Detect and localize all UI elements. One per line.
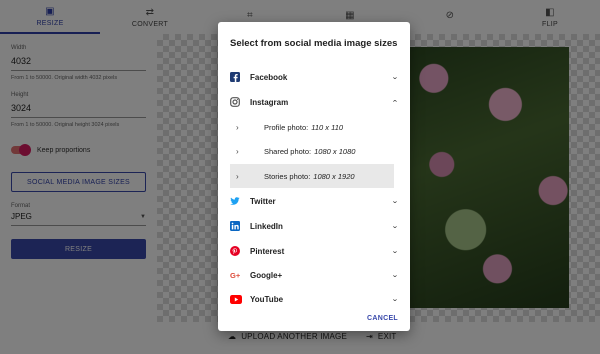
platform-label: Twitter bbox=[250, 196, 276, 206]
google-plus-icon: G+ bbox=[230, 270, 242, 280]
chevron-right-icon: › bbox=[236, 146, 239, 156]
chevron-down-icon: ⌄ bbox=[391, 296, 399, 303]
size-name: Shared photo: bbox=[264, 146, 312, 156]
dialog-title: Select from social media image sizes bbox=[230, 38, 398, 49]
youtube-icon bbox=[230, 294, 242, 304]
size-dimensions: 1080 x 1920 bbox=[313, 171, 355, 181]
chevron-right-icon: › bbox=[236, 122, 239, 132]
platform-label: LinkedIn bbox=[250, 221, 283, 231]
chevron-down-icon: ⌄ bbox=[391, 223, 399, 230]
platform-label: Google+ bbox=[250, 270, 283, 280]
platform-youtube[interactable]: YouTube ⌄ bbox=[230, 287, 400, 311]
size-dimensions: 1080 x 1080 bbox=[314, 146, 356, 156]
platform-label: Pinterest bbox=[250, 246, 285, 256]
chevron-right-icon: › bbox=[236, 171, 239, 181]
size-dimensions: 110 x 110 bbox=[311, 122, 344, 132]
platform-label: Facebook bbox=[250, 72, 288, 82]
chevron-down-icon: ⌄ bbox=[391, 248, 399, 255]
social-sizes-dialog: Select from social media image sizes Fac… bbox=[218, 22, 410, 331]
twitter-icon bbox=[230, 196, 240, 206]
size-name: Profile photo: bbox=[264, 122, 309, 132]
platform-instagram[interactable]: Instagram ⌄ bbox=[230, 90, 400, 114]
platform-label: YouTube bbox=[250, 294, 284, 304]
platform-linkedin[interactable]: LinkedIn ⌄ bbox=[230, 214, 400, 238]
size-name: Stories photo: bbox=[264, 171, 311, 181]
cancel-button[interactable]: CANCEL bbox=[367, 315, 398, 322]
size-option-profile[interactable]: › Profile photo: 110 x 110 bbox=[230, 115, 400, 139]
linkedin-icon bbox=[230, 221, 240, 231]
platform-label: Instagram bbox=[250, 97, 289, 107]
instagram-icon bbox=[230, 97, 240, 107]
svg-text:G+: G+ bbox=[230, 271, 241, 280]
chevron-down-icon: ⌄ bbox=[391, 74, 399, 81]
size-option-shared[interactable]: › Shared photo: 1080 x 1080 bbox=[230, 139, 400, 163]
platform-google-plus[interactable]: G+ Google+ ⌄ bbox=[230, 263, 400, 287]
platform-pinterest[interactable]: Pinterest ⌄ bbox=[230, 239, 400, 263]
pinterest-icon bbox=[230, 246, 240, 256]
platform-twitter[interactable]: Twitter ⌄ bbox=[230, 189, 400, 213]
platform-facebook[interactable]: Facebook ⌄ bbox=[230, 65, 400, 89]
size-option-stories[interactable]: › Stories photo: 1080 x 1920 bbox=[230, 164, 394, 188]
chevron-down-icon: ⌄ bbox=[391, 198, 399, 205]
chevron-down-icon: ⌄ bbox=[391, 272, 399, 279]
chevron-up-icon: ⌄ bbox=[391, 98, 399, 105]
facebook-icon bbox=[230, 72, 240, 82]
